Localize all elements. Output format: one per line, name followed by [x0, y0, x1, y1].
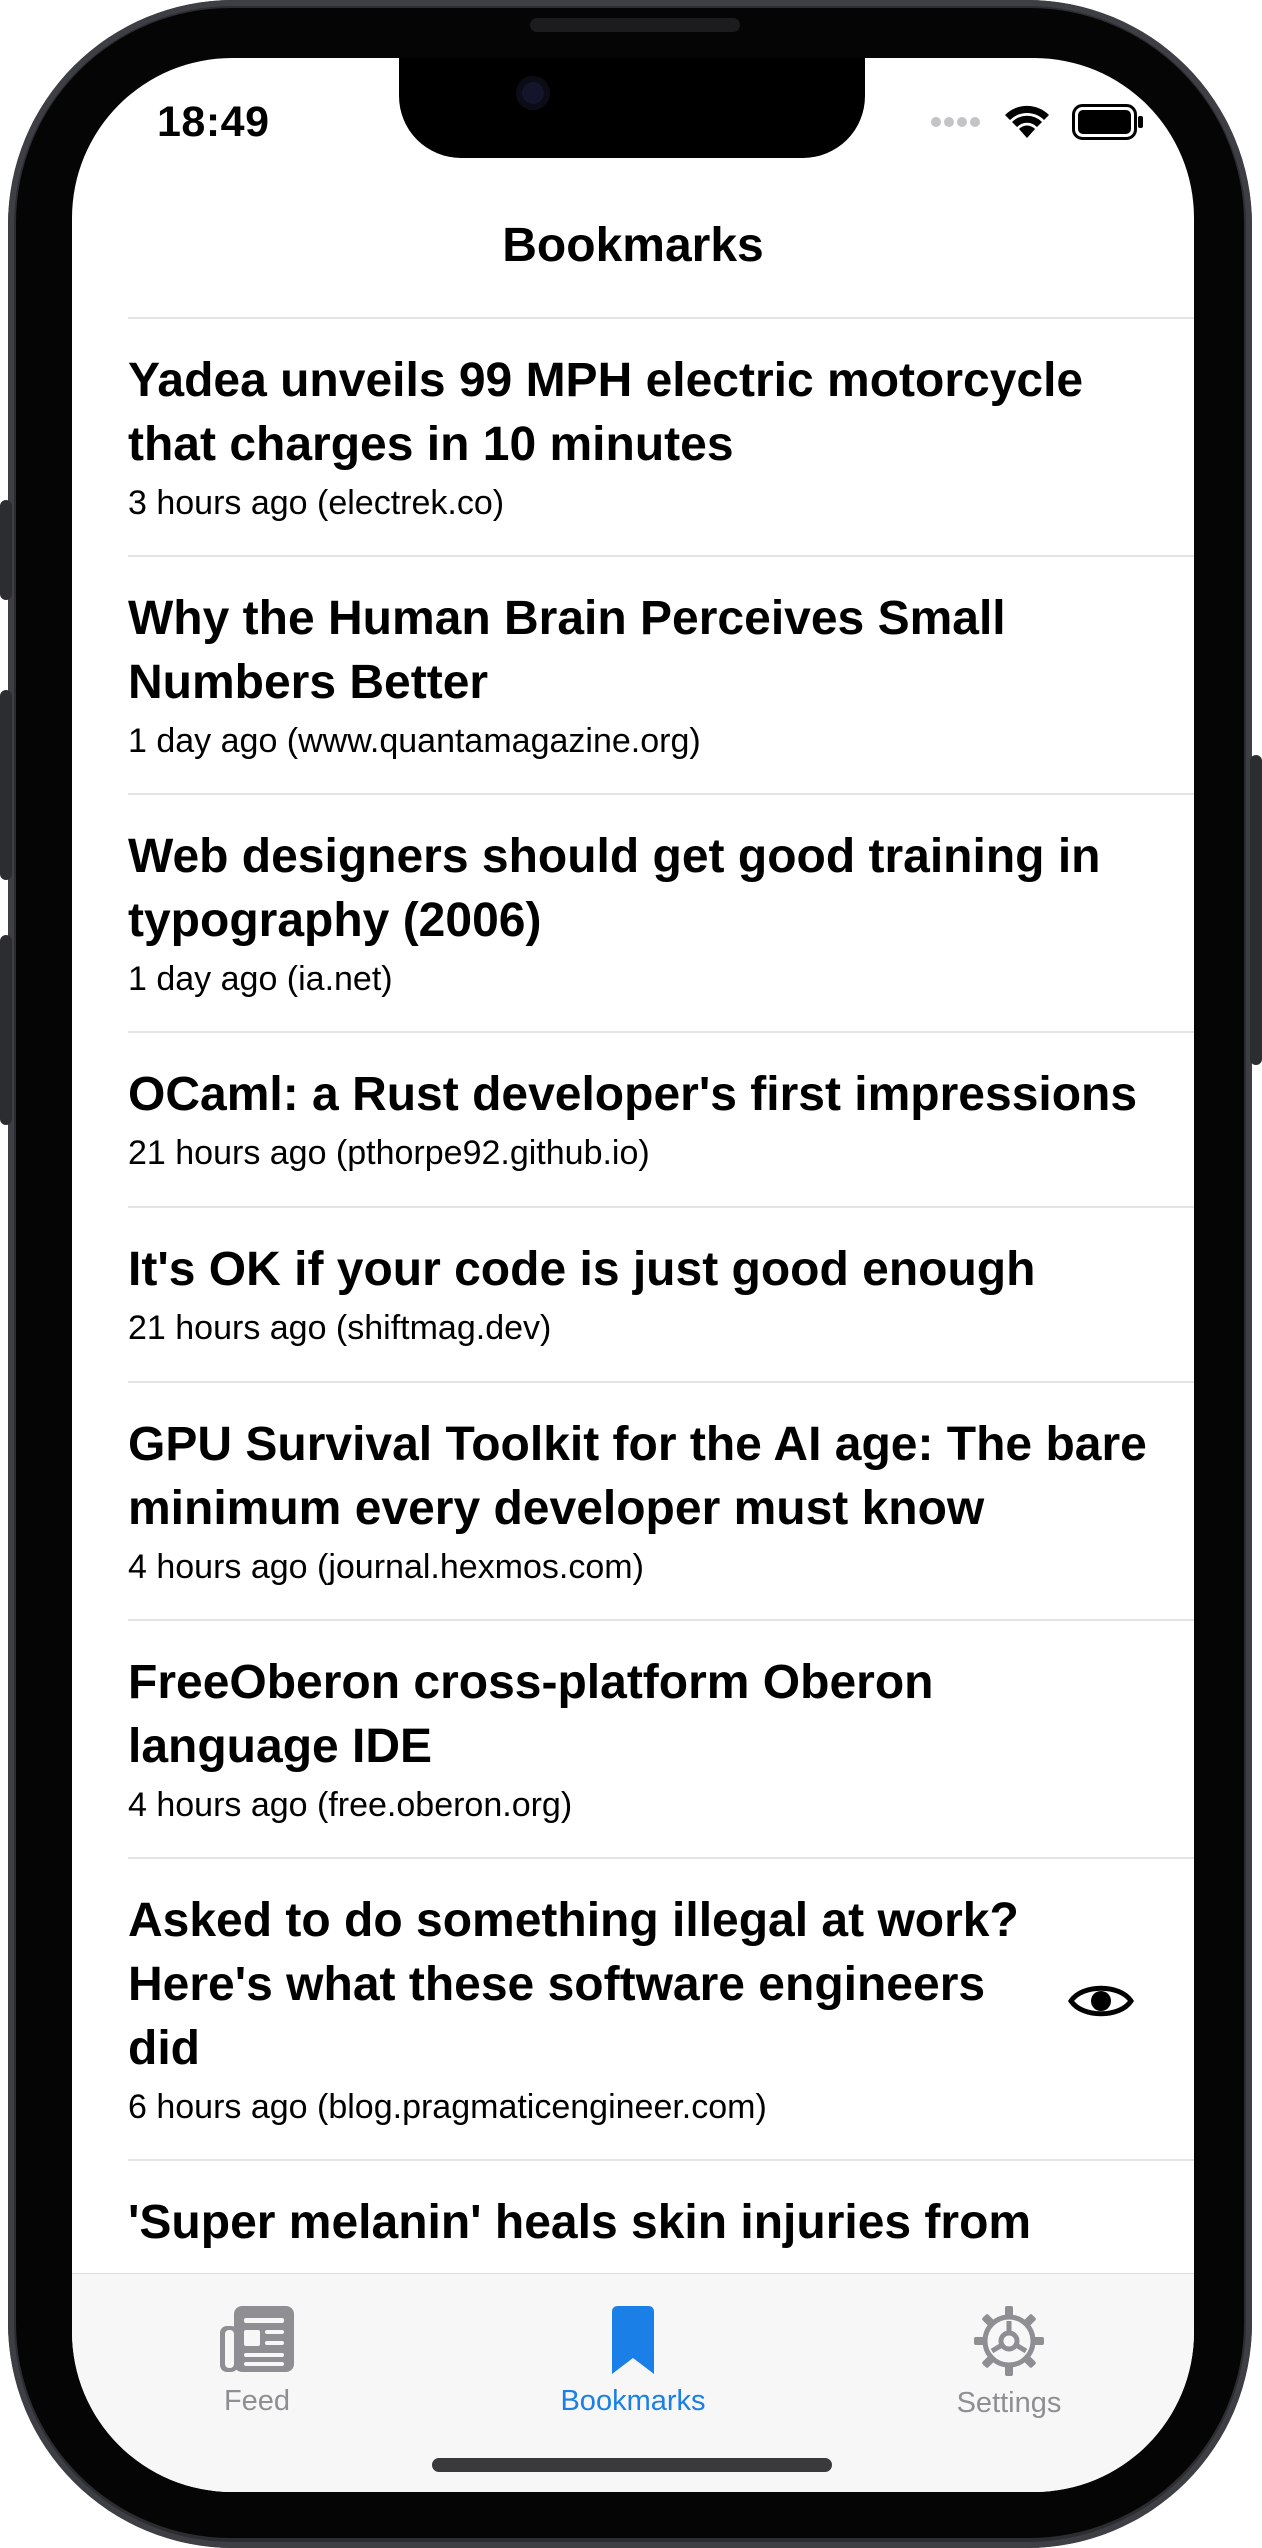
- tab-bar: Feed Bookmarks Settings: [72, 2273, 1194, 2492]
- page-title: Bookmarks: [502, 219, 764, 272]
- camera: [516, 76, 550, 110]
- status-icons: [930, 104, 1144, 145]
- tab-label: Feed: [223, 2385, 291, 2417]
- status-time: 18:49: [157, 98, 270, 146]
- speaker-grille: [530, 18, 740, 32]
- volume-down-button: [0, 935, 12, 1125]
- tab-settings[interactable]: Settings: [884, 2304, 1134, 2420]
- newspaper-icon: [218, 2306, 296, 2380]
- article-meta: 6 hours ago (blog.pragmaticengineer.com): [128, 2088, 767, 2126]
- article-title: OCaml: a Rust developer's first impressi…: [128, 1068, 1138, 1121]
- article-title: FreeOberon cross-platform Oberon languag…: [128, 1656, 934, 1773]
- screen: 18:49 Bookmarks Yadea unveils 99 MPH ele…: [72, 58, 1194, 2492]
- article-meta: 21 hours ago (shiftmag.dev): [128, 1309, 552, 1347]
- battery-icon: [1072, 104, 1144, 145]
- article-title: Asked to do something illegal at work? H…: [128, 1894, 1019, 2075]
- article-title: Why the Human Brain Perceives Small Numb…: [128, 592, 1006, 709]
- home-indicator[interactable]: [432, 2458, 832, 2472]
- notch: [399, 58, 865, 158]
- list-item[interactable]: Why the Human Brain Perceives Small Numb…: [72, 557, 1194, 793]
- tab-feed[interactable]: Feed: [132, 2304, 382, 2418]
- bookmark-icon: [608, 2306, 658, 2380]
- list-item[interactable]: Yadea unveils 99 MPH electric motorcycle…: [72, 319, 1194, 555]
- tab-label: Bookmarks: [560, 2385, 706, 2417]
- list-item[interactable]: OCaml: a Rust developer's first impressi…: [72, 1033, 1194, 1206]
- article-title: Web designers should get good training i…: [128, 830, 1101, 947]
- tab-bookmarks[interactable]: Bookmarks: [508, 2304, 758, 2418]
- mute-switch: [0, 500, 12, 600]
- article-meta: 1 day ago (www.quantamagazine.org): [128, 722, 701, 760]
- tab-label: Settings: [956, 2387, 1062, 2419]
- list-item[interactable]: FreeOberon cross-platform Oberon languag…: [72, 1621, 1194, 1857]
- article-meta: 4 hours ago (free.oberon.org): [128, 1786, 573, 1824]
- wifi-icon: [1004, 104, 1050, 145]
- article-title: 'Super melanin' heals skin injuries from: [128, 2196, 1032, 2249]
- eye-icon[interactable]: [1068, 1979, 1134, 2028]
- list-item[interactable]: Web designers should get good training i…: [72, 795, 1194, 1031]
- article-meta: 1 day ago (ia.net): [128, 960, 393, 998]
- bookmark-list[interactable]: Yadea unveils 99 MPH electric motorcycle…: [72, 319, 1194, 2281]
- article-title: GPU Survival Toolkit for the AI age: The…: [128, 1418, 1147, 1535]
- list-item[interactable]: 'Super melanin' heals skin injuries from: [72, 2161, 1194, 2281]
- gear-icon: [972, 2306, 1046, 2382]
- article-title: Yadea unveils 99 MPH electric motorcycle…: [128, 354, 1084, 471]
- signal-icon: [930, 115, 982, 134]
- list-item[interactable]: It's OK if your code is just good enough…: [72, 1208, 1194, 1381]
- article-meta: 21 hours ago (pthorpe92.github.io): [128, 1134, 650, 1172]
- article-meta: 3 hours ago (electrek.co): [128, 484, 505, 522]
- list-item[interactable]: Asked to do something illegal at work? H…: [72, 1859, 1194, 2159]
- article-title: It's OK if your code is just good enough: [128, 1243, 1036, 1296]
- list-item[interactable]: GPU Survival Toolkit for the AI age: The…: [72, 1383, 1194, 1619]
- article-meta: 4 hours ago (journal.hexmos.com): [128, 1548, 644, 1586]
- volume-up-button: [0, 690, 12, 880]
- power-button: [1250, 755, 1262, 1065]
